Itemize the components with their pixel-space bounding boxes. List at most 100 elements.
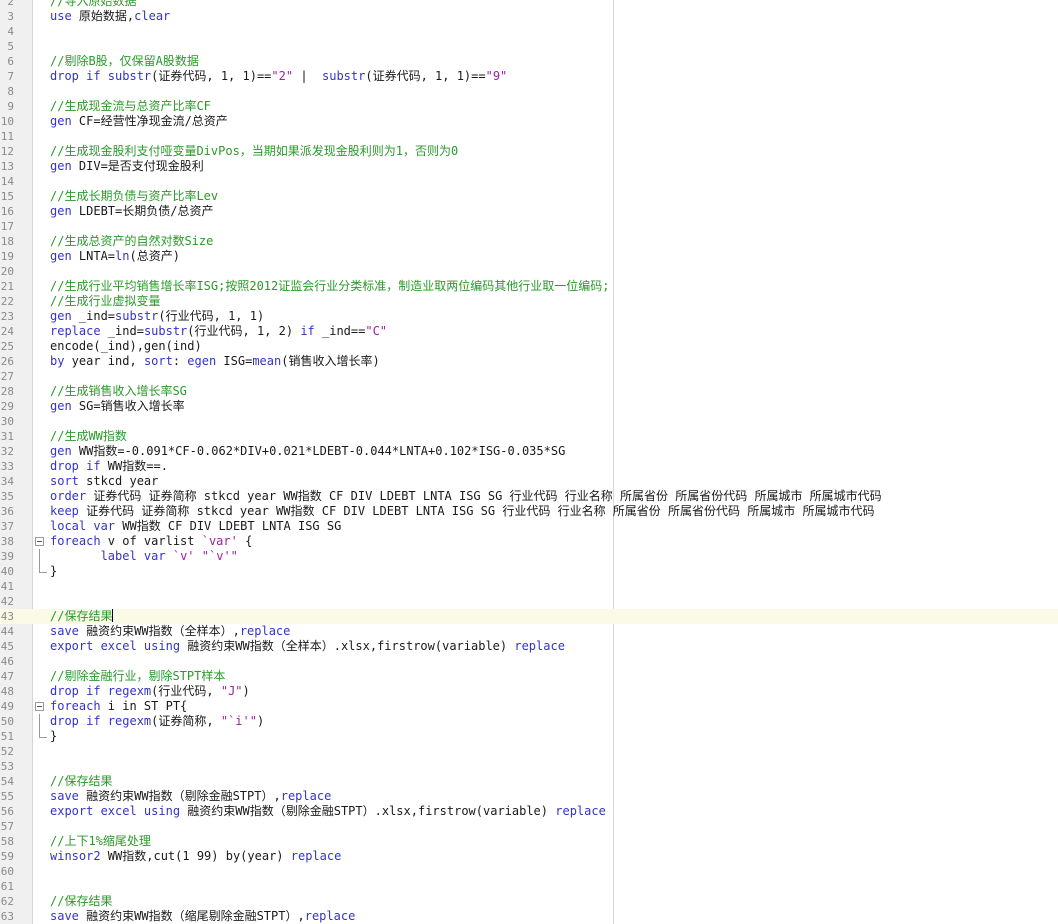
code-line[interactable]: 5 — [0, 39, 1058, 54]
code-line[interactable]: 55 save 融资约束WW指数（剔除金融STPT）,replace — [0, 789, 1058, 804]
code-line[interactable]: 58 //上下1%缩尾处理 — [0, 834, 1058, 849]
code-text: //保存结果 — [50, 609, 114, 624]
code-keyword: export excel using — [50, 804, 181, 818]
line-number: 31 — [0, 430, 14, 443]
code-line[interactable]: 31 //生成WW指数 — [0, 429, 1058, 444]
code-line[interactable]: 33 drop if WW指数==. — [0, 459, 1058, 474]
code-line[interactable]: 6 //剔除B股，仅保留A股数据 — [0, 54, 1058, 69]
code-line[interactable]: 16 gen LDEBT=长期负债/总资产 — [0, 204, 1058, 219]
code-line[interactable]: 35 order 证券代码 证券简称 stkcd year WW指数 CF DIV… — [0, 489, 1058, 504]
code-keyword: save — [50, 789, 79, 803]
fold-collapse-icon[interactable] — [35, 537, 44, 546]
code-line[interactable]: 27 — [0, 369, 1058, 384]
code-keyword: sort — [50, 474, 79, 488]
code-keyword: replace — [514, 639, 565, 653]
code-line[interactable]: 53 — [0, 759, 1058, 774]
code-line[interactable]: 54 //保存结果 — [0, 774, 1058, 789]
code-line[interactable]: 26 by year ind, sort: egen ISG=mean(销售收入增… — [0, 354, 1058, 369]
code-line[interactable]: 34 sort stkcd year — [0, 474, 1058, 489]
code-line[interactable]: 57 — [0, 819, 1058, 834]
code-text: export excel using 融资约束WW指数（全样本）.xlsx,fi… — [50, 639, 565, 654]
code-line[interactable]: 46 — [0, 654, 1058, 669]
code-line[interactable]: 10 gen CF=经营性净现金流/总资产 — [0, 114, 1058, 129]
code-token: _ind== — [314, 324, 366, 338]
code-line[interactable]: 63 save 融资约束WW指数（缩尾剔除金融STPT）,replace — [0, 909, 1058, 924]
code-text: //生成总资产的自然对数Size — [50, 234, 213, 249]
fold-collapse-icon[interactable] — [35, 702, 44, 711]
code-token: (行业代码, 1, 2) — [187, 324, 301, 338]
code-line[interactable]: 4 — [0, 24, 1058, 39]
code-line[interactable]: 22 //生成行业虚拟变量 — [0, 294, 1058, 309]
code-line[interactable]: 32 gen WW指数=-0.091*CF-0.062*DIV+0.021*LDE… — [0, 444, 1058, 459]
code-line[interactable]: 47 //剔除金融行业，剔除STPT样本 — [0, 669, 1058, 684]
code-line[interactable]: 21 //生成行业平均销售增长率ISG;按照2012证监会行业分类标准，制造业取两… — [0, 279, 1058, 294]
code-line[interactable]: 2 //导入原始数据 — [0, 0, 1058, 9]
code-line[interactable]: 14 — [0, 174, 1058, 189]
code-keyword: substr — [115, 309, 159, 323]
code-text: gen SG=销售收入增长率 — [50, 399, 185, 414]
line-number: 45 — [0, 640, 14, 653]
code-line[interactable]: 39 label var `v' "`v'" — [0, 549, 1058, 564]
code-line[interactable]: 41 — [0, 579, 1058, 594]
code-line[interactable]: 52 — [0, 744, 1058, 759]
code-line[interactable]: 61 — [0, 879, 1058, 894]
code-line[interactable]: 15 //生成长期负债与资产比率Lev — [0, 189, 1058, 204]
code-line[interactable]: 7 drop if substr(证券代码, 1, 1)=="2" | subst… — [0, 69, 1058, 84]
code-comment: //生成行业平均销售增长率ISG;按照2012证监会行业分类标准，制造业取两位编… — [50, 279, 610, 293]
code-line[interactable]: 28 //生成销售收入增长率SG — [0, 384, 1058, 399]
code-keyword: replace — [290, 849, 342, 863]
code-keyword: keep — [50, 504, 79, 518]
code-text: winsor2 WW指数,cut(1 99) by(year) replace — [50, 849, 341, 864]
line-number: 7 — [7, 70, 14, 83]
code-line[interactable]: 62 //保存结果 — [0, 894, 1058, 909]
code-keyword: drop if substr — [50, 69, 152, 83]
line-number: 2 — [7, 0, 14, 8]
code-line[interactable]: 56 export excel using 融资约束WW指数（剔除金融STPT）.… — [0, 804, 1058, 819]
line-number: 18 — [0, 235, 14, 248]
code-line[interactable]: 51} — [0, 729, 1058, 744]
code-line[interactable]: 43 //保存结果 — [0, 609, 1058, 624]
code-line[interactable]: 40} — [0, 564, 1058, 579]
code-line[interactable]: 8 — [0, 84, 1058, 99]
code-line[interactable]: 25 encode(_ind),gen(ind) — [0, 339, 1058, 354]
code-line[interactable]: 59 winsor2 WW指数,cut(1 99) by(year) replac… — [0, 849, 1058, 864]
code-line[interactable]: 13 gen DIV=是否支付现金股利 — [0, 159, 1058, 174]
code-line[interactable]: 24 replace _ind=substr(行业代码, 1, 2) if _in… — [0, 324, 1058, 339]
code-editor[interactable]: 2//导入原始数据 3 use 原始数据,clear 4 5 6//剔除B股，仅保留A股数… — [0, 0, 1058, 924]
code-line[interactable]: 49 foreach i in ST PT{ — [0, 699, 1058, 714]
line-number: 62 — [0, 895, 14, 908]
line-number: 24 — [0, 325, 14, 338]
code-line[interactable]: 36 keep 证券代码 证券简称 stkcd year WW指数 CF DIV … — [0, 504, 1058, 519]
code-line[interactable]: 20 — [0, 264, 1058, 279]
code-line[interactable]: 50 drop if regexm(证券简称, "`i'") — [0, 714, 1058, 729]
code-text: sort stkcd year — [50, 474, 158, 489]
fold-end-marker — [39, 564, 47, 573]
code-line[interactable]: 60 — [0, 864, 1058, 879]
code-lines[interactable]: 2//导入原始数据 3 use 原始数据,clear 4 5 6//剔除B股，仅保留A股数… — [0, 0, 1058, 924]
code-comment: //剔除B股，仅保留A股数据 — [50, 54, 199, 68]
code-line[interactable]: 19 gen LNTA=ln(总资产) — [0, 249, 1058, 264]
code-line[interactable]: 23 gen _ind=substr(行业代码, 1, 1) — [0, 309, 1058, 324]
code-line[interactable]: 42 — [0, 594, 1058, 609]
code-text: replace _ind=substr(行业代码, 1, 2) if _ind=… — [50, 324, 387, 339]
code-line[interactable]: 18 //生成总资产的自然对数Size — [0, 234, 1058, 249]
code-line[interactable]: 30 — [0, 414, 1058, 429]
line-number: 49 — [0, 700, 14, 713]
code-line[interactable]: 12 //生成现金股利支付哑变量DivPos，当期如果派发现金股利则为1，否则为0 — [0, 144, 1058, 159]
code-line[interactable]: 48 drop if regexm(行业代码, "J") — [0, 684, 1058, 699]
code-text: gen DIV=是否支付现金股利 — [50, 159, 204, 174]
code-line[interactable]: 37 local var WW指数 CF DIV LDEBT LNTA ISG S… — [0, 519, 1058, 534]
code-line[interactable]: 38 foreach v of varlist `var' { — [0, 534, 1058, 549]
code-line[interactable]: 45 export excel using 融资约束WW指数（全样本）.xlsx,… — [0, 639, 1058, 654]
code-text: //保存结果 — [50, 894, 112, 909]
code-line[interactable]: 29 gen SG=销售收入增长率 — [0, 399, 1058, 414]
code-token: } — [50, 729, 58, 743]
code-token: WW指数=-0.091*CF-0.062*DIV+0.021*LDEBT-0.0… — [71, 444, 566, 458]
code-line[interactable]: 17 — [0, 219, 1058, 234]
code-line[interactable]: 9 //生成现金流与总资产比率CF — [0, 99, 1058, 114]
code-line[interactable]: 11 — [0, 129, 1058, 144]
code-text: foreach i in ST PT{ — [50, 699, 187, 714]
code-line[interactable]: 3 use 原始数据,clear — [0, 9, 1058, 24]
code-line[interactable]: 44 save 融资约束WW指数（全样本）,replace — [0, 624, 1058, 639]
